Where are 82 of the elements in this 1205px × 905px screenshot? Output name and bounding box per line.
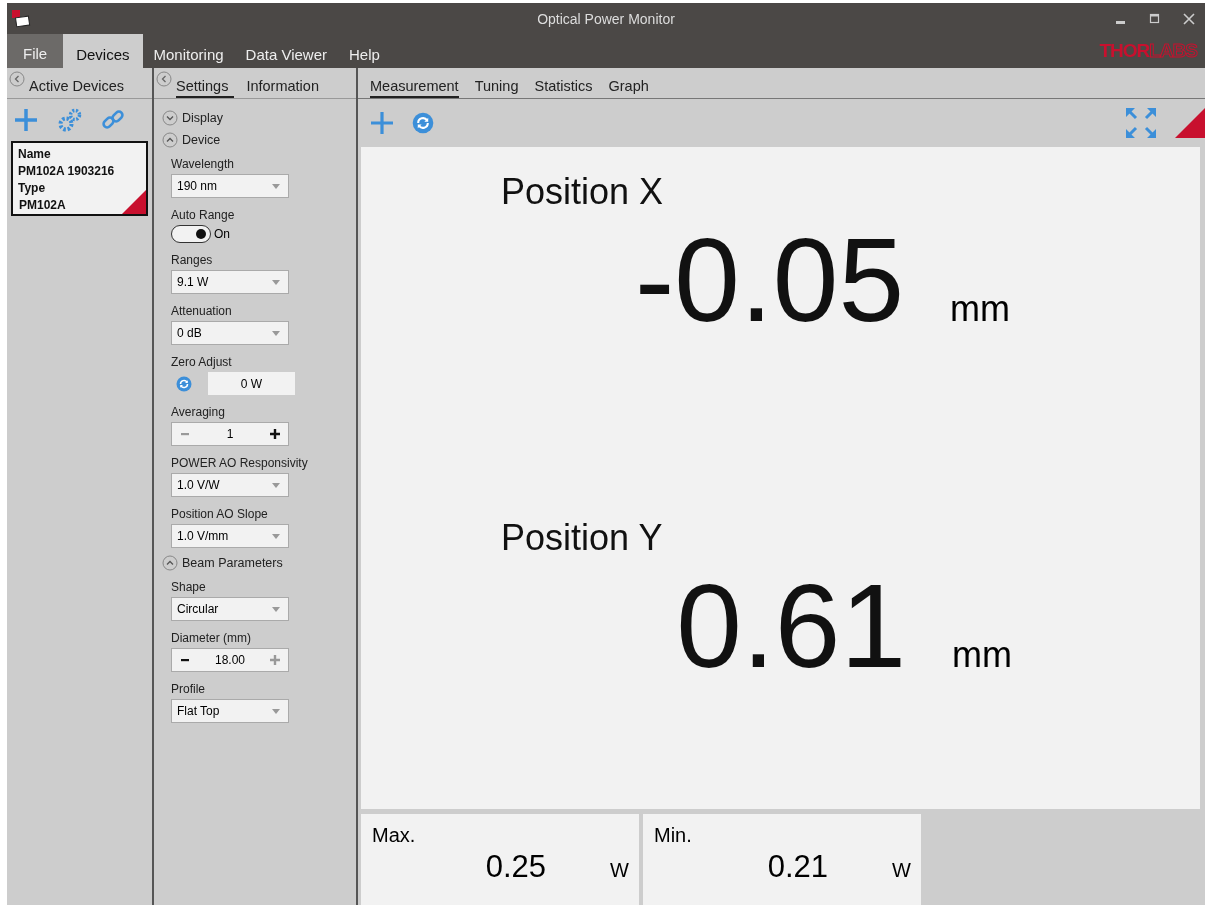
field-label: Attenuation bbox=[171, 304, 233, 318]
settings-tab[interactable]: Settings bbox=[176, 72, 235, 98]
caret-icon bbox=[272, 482, 280, 488]
app-icon bbox=[11, 8, 31, 29]
settings-tab[interactable]: Information bbox=[246, 72, 325, 98]
menu-item[interactable]: Monitoring bbox=[142, 34, 235, 68]
reading-unit: mm bbox=[950, 288, 1010, 330]
main-tab[interactable]: Measurement bbox=[370, 72, 459, 98]
gears-icon[interactable] bbox=[57, 107, 83, 133]
field-label: Averaging bbox=[171, 405, 226, 419]
refresh-icon[interactable] bbox=[176, 375, 192, 392]
link-icon[interactable] bbox=[101, 108, 125, 132]
reading-value: -0.05 bbox=[635, 221, 904, 339]
reading-label: Position Y bbox=[501, 517, 664, 559]
caret-icon bbox=[272, 183, 280, 189]
field-label: Shape bbox=[171, 580, 207, 594]
refresh-icon[interactable] bbox=[412, 112, 434, 134]
dropdown[interactable]: 1.0 V/mm bbox=[171, 524, 289, 548]
reading-label: Position X bbox=[501, 171, 665, 213]
expand-icon[interactable] bbox=[1125, 107, 1157, 139]
toggle-switch[interactable] bbox=[171, 225, 211, 243]
field-label: Zero Adjust bbox=[171, 355, 233, 369]
type-label: Type bbox=[18, 181, 47, 195]
dropdown[interactable]: 9.1 W bbox=[171, 270, 289, 294]
caret-icon bbox=[272, 330, 280, 336]
brand-logo: THORLABS bbox=[1099, 40, 1197, 62]
window-title: Optical Power Monitor bbox=[537, 10, 675, 27]
maximize-icon[interactable] bbox=[1149, 12, 1161, 25]
collapse-icon[interactable] bbox=[156, 71, 172, 87]
caret-icon bbox=[272, 279, 280, 285]
zero-value: 0 W bbox=[208, 372, 295, 395]
section-title[interactable]: Display bbox=[182, 111, 223, 125]
device-type: PM102A bbox=[18, 198, 67, 212]
stat-unit: W bbox=[892, 859, 911, 882]
caret-icon bbox=[272, 606, 280, 612]
dropdown[interactable]: 190 nm bbox=[171, 174, 289, 198]
toggle-state: On bbox=[214, 227, 230, 241]
stat-value: 0.25 bbox=[485, 849, 547, 885]
collapse-icon[interactable] bbox=[9, 71, 25, 87]
dropdown[interactable]: 1.0 V/W bbox=[171, 473, 289, 497]
add-icon[interactable] bbox=[13, 107, 39, 133]
dropdown[interactable]: Circular bbox=[171, 597, 289, 621]
stat-label: Max. bbox=[372, 824, 417, 847]
corner-triangle-icon bbox=[1175, 108, 1205, 138]
chevron-down-icon[interactable] bbox=[162, 110, 178, 126]
main-tab[interactable]: Graph bbox=[608, 72, 649, 98]
field-label: Profile bbox=[171, 682, 206, 696]
name-label: Name bbox=[18, 147, 52, 161]
field-label: POWER AO Responsivity bbox=[171, 456, 309, 470]
section-title[interactable]: Device bbox=[182, 133, 221, 147]
caret-icon bbox=[272, 708, 280, 714]
menu-item[interactable]: Devices bbox=[63, 34, 143, 68]
menu-item[interactable]: File bbox=[7, 34, 64, 68]
field-label: Wavelength bbox=[171, 157, 235, 171]
field-label: Diameter (mm) bbox=[171, 631, 252, 645]
dropdown[interactable]: Flat Top bbox=[171, 699, 289, 723]
menu-item[interactable]: Data Viewer bbox=[234, 34, 338, 68]
chevron-up-icon[interactable] bbox=[162, 555, 178, 571]
menu-item[interactable]: Help bbox=[338, 34, 391, 68]
chevron-up-icon[interactable] bbox=[162, 132, 178, 148]
caret-icon bbox=[272, 533, 280, 539]
field-label: Position AO Slope bbox=[171, 507, 269, 521]
plus-icon[interactable] bbox=[270, 429, 280, 439]
field-label: Auto Range bbox=[171, 208, 236, 222]
device-card[interactable]: Name PM102A 1903216 Type PM102A bbox=[11, 141, 148, 216]
section-title[interactable]: Beam Parameters bbox=[182, 556, 283, 570]
add-icon[interactable] bbox=[370, 111, 394, 135]
reading-unit: mm bbox=[952, 634, 1012, 676]
dropdown[interactable]: 0 dB bbox=[171, 321, 289, 345]
stat-unit: W bbox=[610, 859, 629, 882]
reading-value: 0.61 bbox=[676, 567, 906, 685]
stat-value: 0.21 bbox=[767, 849, 829, 885]
main-tab[interactable]: Tuning bbox=[474, 72, 519, 98]
main-tab[interactable]: Statistics bbox=[534, 72, 593, 98]
stat-label: Min. bbox=[654, 824, 693, 847]
corner-triangle-icon bbox=[122, 190, 146, 214]
panel-title: Active Devices bbox=[29, 78, 125, 94]
device-name: PM102A 1903216 bbox=[18, 164, 116, 178]
field-label: Ranges bbox=[171, 253, 214, 267]
close-icon[interactable] bbox=[1183, 12, 1195, 25]
number-stepper[interactable]: 1 bbox=[171, 422, 289, 446]
number-stepper[interactable]: 18.00 bbox=[171, 648, 289, 672]
